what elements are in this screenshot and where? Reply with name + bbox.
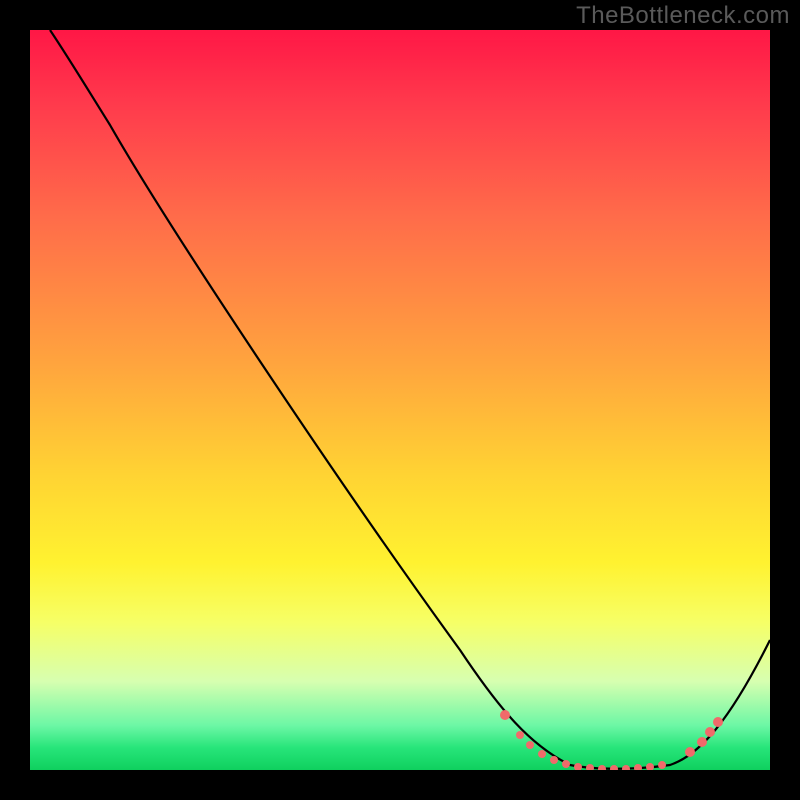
chart-frame: TheBottleneck.com bbox=[0, 0, 800, 800]
bottleneck-curve bbox=[30, 30, 770, 770]
curve-path bbox=[50, 30, 770, 769]
plot-area bbox=[30, 30, 770, 770]
watermark-label: TheBottleneck.com bbox=[576, 2, 790, 30]
